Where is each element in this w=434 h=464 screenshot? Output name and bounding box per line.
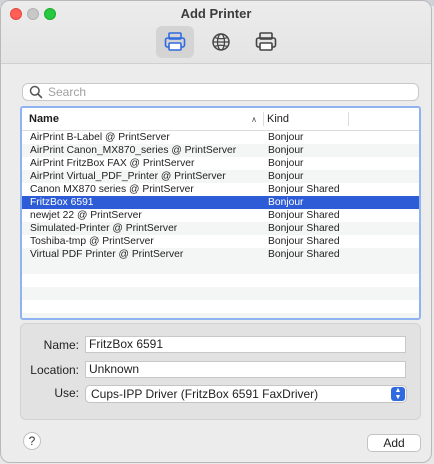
- table-row[interactable]: Simulated-Printer @ PrintServer Bonjour S…: [22, 222, 419, 235]
- name-label: Name:: [43, 338, 79, 352]
- search-input[interactable]: [48, 85, 388, 99]
- printer-name-cell: Simulated-Printer @ PrintServer: [30, 223, 178, 234]
- printer-icon: [164, 32, 186, 51]
- printer-name-cell: Toshiba-tmp @ PrintServer: [30, 236, 154, 247]
- printer-kind-cell: Bonjour: [268, 132, 304, 143]
- printer-kind-cell: Bonjour: [268, 171, 304, 182]
- add-printer-window: Add Printer Search Name ∧ Kind AirPrint …: [0, 0, 432, 463]
- help-button[interactable]: ?: [23, 432, 41, 450]
- empty-row: [22, 287, 419, 300]
- printer-kind-cell: Bonjour: [268, 197, 304, 208]
- table-row[interactable]: Virtual PDF Printer @ PrintServer Bonjour…: [22, 248, 419, 261]
- printer-kind-cell: Bonjour Shared: [268, 249, 340, 260]
- printer-name-cell: FritzBox 6591: [30, 197, 94, 208]
- search-icon: [29, 85, 43, 99]
- empty-row: [22, 300, 419, 313]
- toolbar-windows-button[interactable]: [247, 26, 285, 58]
- printer-name-cell: newjet 22 @ PrintServer: [30, 210, 142, 221]
- table-row[interactable]: AirPrint FritzBox FAX @ PrintServer Bonjo…: [22, 157, 419, 170]
- table-row[interactable]: AirPrint B-Label @ PrintServer Bonjour: [22, 131, 419, 144]
- printer-name-cell: AirPrint Virtual_PDF_Printer @ PrintServ…: [30, 171, 226, 182]
- printer-kind-cell: Bonjour: [268, 145, 304, 156]
- add-button[interactable]: Add: [367, 434, 421, 452]
- printer-kind-cell: Bonjour: [268, 158, 304, 169]
- printer-list: Name ∧ Kind AirPrint B-Label @ PrintServ…: [20, 106, 421, 320]
- table-row[interactable]: AirPrint Virtual_PDF_Printer @ PrintServ…: [22, 170, 419, 183]
- chevron-up-down-icon: ▲ ▼: [391, 387, 405, 401]
- printer-name-cell: Virtual PDF Printer @ PrintServer: [30, 249, 184, 260]
- column-header-name-label: Name: [29, 113, 59, 125]
- empty-row: [22, 261, 419, 274]
- name-field[interactable]: FritzBox 6591: [85, 336, 406, 353]
- printer-kind-cell: Bonjour Shared: [268, 236, 340, 247]
- chevron-up-icon: ∧: [251, 114, 257, 124]
- printer-kind-cell: Bonjour Shared: [268, 210, 340, 221]
- empty-rows: [22, 261, 419, 318]
- printer-rows: AirPrint B-Label @ PrintServer Bonjour Air…: [22, 131, 419, 261]
- location-label: Location:: [30, 363, 79, 377]
- printer-name-cell: Canon MX870 series @ PrintServer: [30, 184, 194, 195]
- table-row[interactable]: Canon MX870 series @ PrintServer Bonjour …: [22, 183, 419, 196]
- table-row[interactable]: newjet 22 @ PrintServer Bonjour Shared: [22, 209, 419, 222]
- printer-details-panel: Name: FritzBox 6591 Location: Unknown Us…: [20, 323, 421, 420]
- column-header-kind-label: Kind: [267, 113, 290, 125]
- driver-select-value: Cups-IPP Driver (FritzBox 6591 FaxDriver…: [91, 387, 319, 401]
- printer-name-cell: AirPrint FritzBox FAX @ PrintServer: [30, 158, 195, 169]
- printer-icon: [255, 32, 277, 51]
- use-label: Use:: [54, 386, 79, 400]
- column-header-name[interactable]: Name ∧: [22, 112, 264, 126]
- title-bar: Add Printer: [1, 1, 431, 64]
- empty-row: [22, 274, 419, 287]
- table-row[interactable]: FritzBox 6591 Bonjour: [22, 196, 419, 209]
- toolbar-default-button[interactable]: [156, 26, 194, 58]
- location-field[interactable]: Unknown: [85, 361, 406, 378]
- table-header: Name ∧ Kind: [22, 108, 419, 131]
- empty-row: [22, 313, 419, 318]
- printer-kind-cell: Bonjour Shared: [268, 223, 340, 234]
- printer-name-cell: AirPrint B-Label @ PrintServer: [30, 132, 170, 143]
- printer-name-cell: AirPrint Canon_MX870_series @ PrintServe…: [30, 145, 237, 156]
- table-row[interactable]: Toshiba-tmp @ PrintServer Bonjour Shared: [22, 235, 419, 248]
- search-field[interactable]: [22, 83, 419, 101]
- toolbar-ip-button[interactable]: [202, 26, 240, 58]
- column-header-kind[interactable]: Kind: [264, 112, 349, 126]
- window-title: Add Printer: [180, 6, 252, 21]
- table-row[interactable]: AirPrint Canon_MX870_series @ PrintServe…: [22, 144, 419, 157]
- globe-icon: [212, 33, 230, 51]
- driver-select[interactable]: Cups-IPP Driver (FritzBox 6591 FaxDriver…: [85, 385, 407, 403]
- printer-kind-cell: Bonjour Shared: [268, 184, 340, 195]
